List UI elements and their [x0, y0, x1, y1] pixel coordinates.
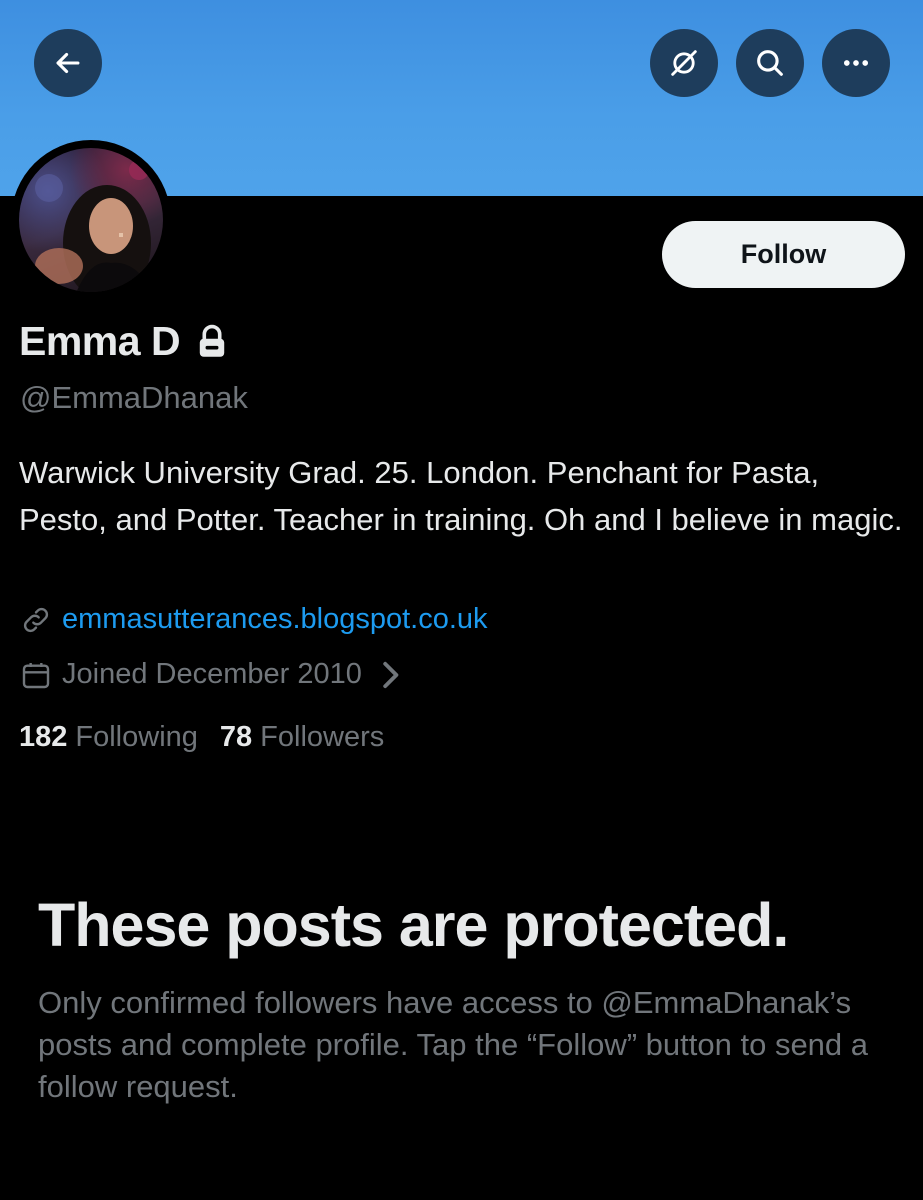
chevron-right-icon — [383, 661, 399, 688]
followers-stat[interactable]: 78 Followers — [220, 721, 384, 754]
arrow-left-icon — [56, 52, 80, 74]
protected-title: These posts are protected. — [38, 891, 789, 959]
more-button[interactable] — [822, 29, 890, 97]
profile-website-link[interactable]: emmasutterances.blogspot.co.uk — [62, 603, 488, 636]
profile-handle: @EmmaDhanak — [20, 380, 248, 415]
search-icon — [757, 50, 783, 76]
grok-icon — [671, 50, 697, 76]
calendar-icon — [22, 662, 50, 688]
profile-joined-date: Joined December 2010 — [62, 658, 362, 690]
back-button[interactable] — [34, 29, 102, 97]
avatar-frame — [11, 140, 171, 300]
profile-name: Emma D — [19, 318, 181, 364]
followers-count: 78 — [219, 721, 253, 753]
follow-stats: 182 Following 78 Followers — [19, 721, 384, 754]
search-button[interactable] — [736, 29, 804, 97]
grok-button[interactable] — [650, 29, 718, 97]
profile-name-row: Emma D — [19, 318, 228, 365]
profile-joined-row[interactable]: Joined December 2010 — [20, 658, 416, 691]
following-count: 182 — [19, 721, 68, 753]
link-icon — [23, 607, 49, 632]
profile-website-row: emmasutterances.blogspot.co.uk — [20, 603, 488, 636]
protected-description: Only confirmed followers have access to … — [38, 985, 869, 1104]
avatar[interactable] — [19, 148, 163, 292]
avatar-photo — [35, 160, 152, 292]
more-horizontal-icon — [843, 60, 869, 66]
lock-icon — [199, 324, 225, 357]
following-label: Following — [75, 721, 198, 753]
profile-bio: Warwick University Grad. 25. London. Pen… — [19, 455, 903, 537]
followers-label: Followers — [260, 721, 385, 753]
following-stat[interactable]: 182 Following — [19, 721, 198, 754]
follow-button[interactable]: Follow — [662, 221, 905, 288]
